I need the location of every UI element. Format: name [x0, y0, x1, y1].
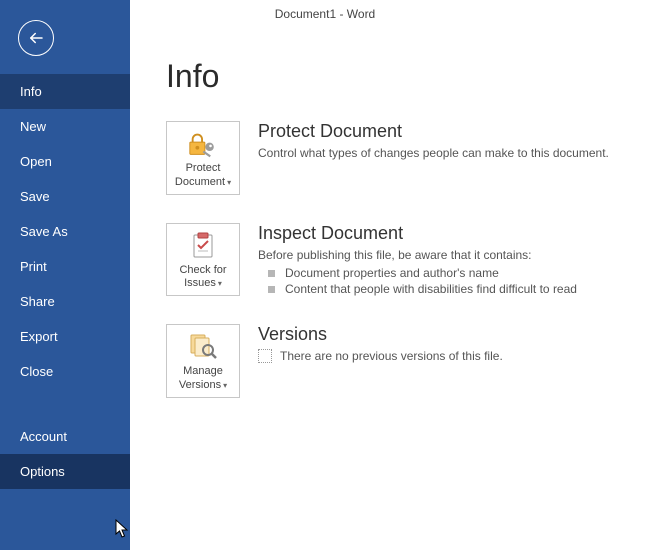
- sidebar-item-new[interactable]: New: [0, 109, 130, 144]
- sidebar: Info New Open Save Save As Print Share E…: [0, 0, 130, 550]
- sidebar-item-label: Export: [20, 329, 58, 344]
- bullet-icon: [268, 286, 275, 293]
- versions-desc: There are no previous versions of this f…: [280, 349, 503, 363]
- sidebar-item-label: Print: [20, 259, 47, 274]
- chevron-down-icon: ▾: [227, 178, 231, 188]
- sidebar-item-options[interactable]: Options: [0, 454, 130, 489]
- sidebar-item-label: Share: [20, 294, 55, 309]
- sidebar-item-label: Account: [20, 429, 67, 444]
- protect-document-button[interactable]: Protect Document▾: [166, 121, 240, 195]
- back-button[interactable]: [18, 20, 54, 56]
- section-protect: Protect Document▾ Protect Document Contr…: [166, 121, 630, 195]
- sidebar-item-info[interactable]: Info: [0, 74, 130, 109]
- sidebar-item-save[interactable]: Save: [0, 179, 130, 214]
- bullet-text: Document properties and author's name: [285, 266, 499, 280]
- list-item: Document properties and author's name: [258, 266, 630, 280]
- inspect-bullets: Document properties and author's name Co…: [258, 266, 630, 296]
- bullet-text: Content that people with disabilities fi…: [285, 282, 577, 296]
- list-item: Content that people with disabilities fi…: [258, 282, 630, 296]
- sidebar-item-label: Options: [20, 464, 65, 479]
- clipboard-check-icon: [187, 230, 219, 262]
- tile-label: Manage Versions▾: [171, 365, 235, 393]
- sidebar-item-account[interactable]: Account: [0, 419, 130, 454]
- tile-label: Protect Document▾: [171, 162, 235, 190]
- sidebar-item-open[interactable]: Open: [0, 144, 130, 179]
- sidebar-items: Info New Open Save Save As Print Share E…: [0, 74, 130, 489]
- bullet-icon: [268, 270, 275, 277]
- main-panel: Info Protect Document▾ Protect Document …: [130, 28, 650, 550]
- back-arrow-icon: [27, 29, 45, 47]
- sidebar-item-close[interactable]: Close: [0, 354, 130, 389]
- sidebar-item-print[interactable]: Print: [0, 249, 130, 284]
- chevron-down-icon: ▾: [223, 381, 227, 391]
- sidebar-gap: [0, 389, 130, 419]
- check-for-issues-button[interactable]: Check for Issues▾: [166, 223, 240, 297]
- sidebar-item-label: Save: [20, 189, 50, 204]
- page-title: Info: [166, 58, 630, 95]
- section-title: Inspect Document: [258, 223, 630, 244]
- sidebar-item-label: Save As: [20, 224, 68, 239]
- document-dotted-icon: [258, 349, 272, 363]
- sidebar-item-label: New: [20, 119, 46, 134]
- manage-versions-button[interactable]: Manage Versions▾: [166, 324, 240, 398]
- lock-key-icon: [187, 128, 219, 160]
- sidebar-item-label: Close: [20, 364, 53, 379]
- sidebar-item-label: Info: [20, 84, 42, 99]
- section-versions: Manage Versions▾ Versions There are no p…: [166, 324, 630, 398]
- window-title: Document1 - Word: [275, 7, 375, 21]
- sidebar-item-label: Open: [20, 154, 52, 169]
- section-title: Versions: [258, 324, 630, 345]
- sidebar-item-share[interactable]: Share: [0, 284, 130, 319]
- section-desc: Control what types of changes people can…: [258, 146, 630, 160]
- section-title: Protect Document: [258, 121, 630, 142]
- versions-row: There are no previous versions of this f…: [258, 349, 630, 363]
- chevron-down-icon: ▾: [218, 279, 222, 289]
- tile-label: Check for Issues▾: [171, 264, 235, 292]
- sidebar-item-export[interactable]: Export: [0, 319, 130, 354]
- section-inspect: Check for Issues▾ Inspect Document Befor…: [166, 223, 630, 297]
- sidebar-item-save-as[interactable]: Save As: [0, 214, 130, 249]
- section-desc: Before publishing this file, be aware th…: [258, 248, 630, 262]
- documents-magnifier-icon: [187, 331, 219, 363]
